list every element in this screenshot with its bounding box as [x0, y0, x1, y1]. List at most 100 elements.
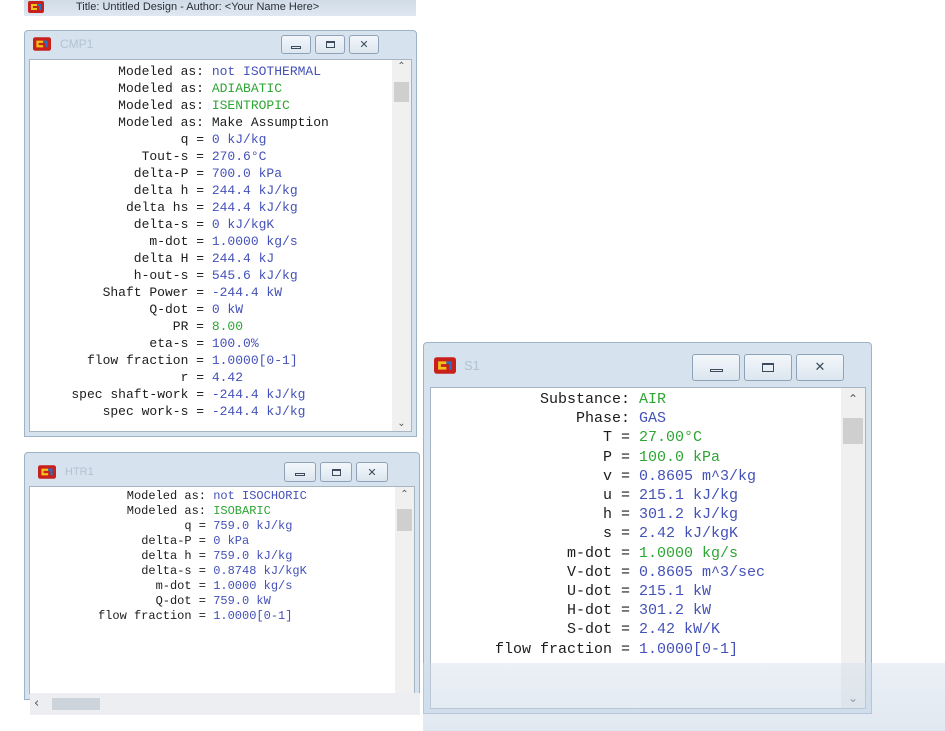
cmp1-close-button[interactable]: ✕ [349, 35, 379, 54]
property-value[interactable]: 0.8605 m^3/kg [639, 467, 756, 486]
htr1-maximize-button[interactable] [320, 462, 352, 482]
property-value[interactable]: 2.42 kW/K [639, 620, 720, 639]
property-value[interactable]: 301.2 kW [639, 601, 711, 620]
cmp1-scroll-thumb[interactable] [394, 82, 409, 102]
cmp1-property-list: Modeled as: not ISOTHERMAL Modeled as: AD… [30, 63, 329, 420]
property-value[interactable]: 0.8605 m^3/sec [639, 563, 765, 582]
property-value[interactable]: 1.0000 kg/s [213, 579, 292, 594]
s1-vertical-scrollbar[interactable]: ⌃ ⌄ [841, 388, 865, 708]
property-value[interactable]: 1.0000[0-1] [212, 352, 298, 369]
s1-close-button[interactable]: ✕ [796, 354, 844, 381]
htr1-horizontal-thumb[interactable] [52, 698, 100, 710]
property-value[interactable]: not ISOTHERMAL [212, 63, 321, 80]
property-label: Modeled as: [118, 98, 204, 113]
s1-property-row: H-dot = 301.2 kW [431, 601, 765, 620]
property-value[interactable]: 2.42 kJ/kgK [639, 524, 738, 543]
property-value[interactable]: -244.4 kJ/kg [212, 403, 306, 420]
cmp1-property-row: Modeled as: ISENTROPIC [30, 97, 329, 114]
s1-titlebar[interactable]: S1 ✕ [424, 343, 871, 387]
property-value[interactable]: 1.0000 kg/s [639, 544, 738, 563]
property-label: v = [602, 467, 630, 485]
property-value[interactable]: ISENTROPIC [212, 97, 290, 114]
htr1-property-row: delta h = 759.0 kJ/kg [30, 549, 307, 564]
s1-scroll-thumb[interactable] [843, 418, 863, 444]
property-value[interactable]: 4.42 [212, 369, 243, 386]
property-label: delta hs = [125, 200, 204, 215]
property-value[interactable]: 1.0000 kg/s [212, 233, 298, 250]
property-label: delta-P = [141, 534, 206, 548]
property-value[interactable]: 244.4 kJ/kg [212, 182, 298, 199]
cmp1-property-row: Tout-s = 270.6°C [30, 148, 329, 165]
property-value[interactable]: 1.0000[0-1] [639, 640, 738, 659]
htr1-horizontal-scrollbar[interactable]: ‹ [30, 693, 420, 715]
cmp1-titlebar[interactable]: CMP1 ✕ [25, 31, 416, 59]
s1-property-row: flow fraction = 1.0000[0-1] [431, 640, 765, 659]
scroll-up-arrow-icon[interactable]: ⌃ [395, 490, 414, 500]
property-value[interactable]: 244.4 kJ [212, 250, 274, 267]
property-value[interactable]: 700.0 kPa [212, 165, 282, 182]
property-value[interactable]: 0 kW [212, 301, 243, 318]
htr1-titlebar[interactable]: HTR1 ✕ [25, 453, 419, 485]
property-label: U-dot = [566, 583, 630, 601]
s1-maximize-button[interactable] [744, 354, 792, 381]
property-value[interactable]: 215.1 kJ/kg [639, 486, 738, 505]
property-value[interactable]: 100.0 kPa [639, 448, 720, 467]
property-label: Shaft Power = [102, 285, 204, 300]
property-value[interactable]: 545.6 kJ/kg [212, 267, 298, 284]
cmp1-property-row: m-dot = 1.0000 kg/s [30, 233, 329, 250]
property-value[interactable]: 1.0000[0-1] [213, 609, 292, 624]
property-value[interactable]: 27.00°C [639, 428, 702, 447]
scroll-up-arrow-icon[interactable]: ⌃ [392, 62, 411, 72]
property-value[interactable]: GAS [639, 409, 666, 428]
cmp1-minimize-button[interactable] [281, 35, 311, 54]
cmp1-vertical-scrollbar[interactable]: ⌃ ⌄ [392, 60, 411, 431]
htr1-vertical-scrollbar[interactable]: ⌃ [395, 487, 414, 693]
property-value[interactable]: 0 kJ/kgK [212, 216, 274, 233]
property-label: Modeled as: [126, 489, 206, 503]
property-value[interactable]: not ISOCHORIC [213, 489, 307, 504]
cmp1-property-row: Modeled as: Make Assumption [30, 114, 329, 131]
cmp1-property-row: delta h = 244.4 kJ/kg [30, 182, 329, 199]
htr1-property-row: Modeled as: ISOBARIC [30, 504, 307, 519]
property-value[interactable]: 759.0 kJ/kg [213, 549, 292, 564]
property-value[interactable]: 100.0% [212, 335, 259, 352]
property-value[interactable]: 0 kPa [213, 534, 249, 549]
property-label: delta-s = [133, 217, 204, 232]
property-value[interactable]: 0.8748 kJ/kgK [213, 564, 307, 579]
s1-title: S1 [464, 358, 480, 373]
property-label: r = [180, 370, 204, 385]
minimize-icon [709, 368, 723, 372]
property-label: P = [602, 448, 630, 466]
scroll-up-arrow-icon[interactable]: ⌃ [841, 393, 865, 405]
htr1-close-button[interactable]: ✕ [356, 462, 388, 482]
s1-property-row: P = 100.0 kPa [431, 448, 765, 467]
property-label: V-dot = [566, 563, 630, 581]
htr1-property-row: delta-s = 0.8748 kJ/kgK [30, 564, 307, 579]
htr1-property-row: flow fraction = 1.0000[0-1] [30, 609, 307, 624]
property-value[interactable]: 0 kJ/kg [212, 131, 267, 148]
property-value[interactable]: AIR [639, 390, 666, 409]
htr1-minimize-button[interactable] [284, 462, 316, 482]
scroll-down-arrow-icon[interactable]: ⌄ [392, 419, 411, 429]
property-value[interactable]: 270.6°C [212, 148, 267, 165]
minimize-icon [291, 45, 301, 49]
property-value[interactable]: 301.2 kJ/kg [639, 505, 738, 524]
property-value[interactable]: 215.1 kW [639, 582, 711, 601]
property-value[interactable]: Make Assumption [212, 114, 329, 131]
property-value[interactable]: -244.4 kW [212, 284, 282, 301]
property-value[interactable]: 759.0 kJ/kg [213, 519, 292, 534]
property-value[interactable]: 759.0 kW [213, 594, 271, 609]
property-value[interactable]: 244.4 kJ/kg [212, 199, 298, 216]
s1-minimize-button[interactable] [692, 354, 740, 381]
property-value[interactable]: 8.00 [212, 318, 243, 335]
close-icon: ✕ [367, 465, 377, 479]
scroll-left-arrow-icon[interactable]: ‹ [34, 696, 39, 711]
property-value[interactable]: ADIABATIC [212, 80, 282, 97]
cmp1-maximize-button[interactable] [315, 35, 345, 54]
property-value[interactable]: -244.4 kJ/kg [212, 386, 306, 403]
property-label: delta h = [141, 549, 206, 563]
property-label: delta-s = [141, 564, 206, 578]
s1-property-row: Phase: GAS [431, 409, 765, 428]
property-value[interactable]: ISOBARIC [213, 504, 271, 519]
htr1-scroll-thumb[interactable] [397, 509, 412, 531]
